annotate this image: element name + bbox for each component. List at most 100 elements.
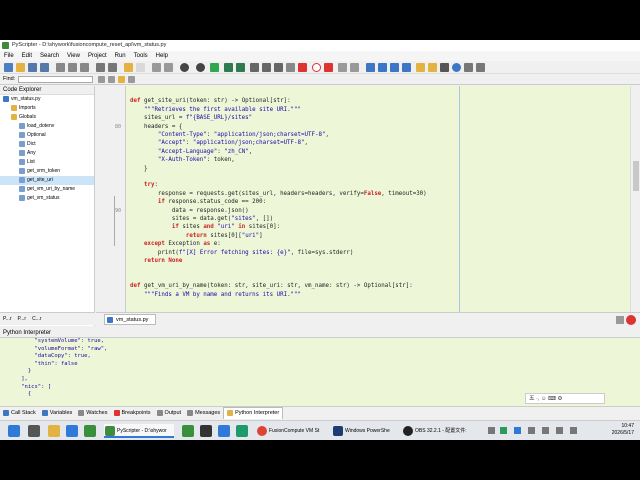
close-file-icon[interactable] — [626, 315, 636, 325]
replace-icon[interactable] — [136, 63, 145, 72]
search-icon[interactable] — [28, 425, 40, 437]
comment-icon[interactable] — [390, 63, 399, 72]
tray-volume-icon[interactable] — [570, 427, 577, 434]
find-icon[interactable] — [124, 63, 133, 72]
menu-tools[interactable]: Tools — [130, 51, 152, 61]
taskbar-obs[interactable]: OBS 32.2.1 - 配置文件: — [402, 424, 472, 438]
syntax-check-icon[interactable] — [152, 63, 161, 72]
file-tab-vm-status[interactable]: vm_status.py — [104, 314, 156, 325]
menu-search[interactable]: Search — [36, 51, 63, 61]
open-file-icon[interactable] — [16, 63, 25, 72]
menu-view[interactable]: View — [63, 51, 84, 61]
tab-call-stack[interactable]: Call Stack — [0, 408, 39, 419]
new-file-icon[interactable] — [4, 63, 13, 72]
app-icon[interactable] — [84, 425, 96, 437]
explorer-item[interactable]: Any — [0, 149, 94, 158]
terminal-icon[interactable] — [200, 425, 212, 437]
explorer-item[interactable]: get_site_uri — [0, 176, 94, 185]
taskbar-powershell[interactable]: Windows PowerShe — [332, 424, 398, 438]
tab-messages[interactable]: Messages — [184, 408, 223, 419]
tab-breakpoints[interactable]: Breakpoints — [111, 408, 154, 419]
split-view-icon[interactable] — [616, 316, 624, 324]
cut-icon[interactable] — [56, 63, 65, 72]
code-editor[interactable]: def get_site_uri(token: str) -> Optional… — [126, 86, 630, 312]
explorer-item[interactable]: Dict — [0, 140, 94, 149]
taskbar-pyscripter[interactable]: PyScripter - D:\shywor — [104, 424, 174, 438]
python-icon[interactable] — [452, 63, 461, 72]
toggle-tab-icon[interactable] — [416, 63, 425, 72]
step-over-icon[interactable] — [262, 63, 271, 72]
tray-input-icon[interactable] — [542, 427, 549, 434]
file-explorer-icon[interactable] — [48, 425, 60, 437]
tray-app-icon[interactable] — [500, 427, 507, 434]
menu-edit[interactable]: Edit — [18, 51, 36, 61]
tab-watches[interactable]: Watches — [75, 408, 110, 419]
tray-chevron-icon[interactable] — [488, 427, 495, 434]
explorer-item[interactable]: Globals — [0, 113, 94, 122]
dingtalk-icon[interactable] — [218, 425, 230, 437]
explorer-item[interactable]: vm_status.py — [0, 95, 94, 104]
find-input[interactable] — [18, 76, 93, 83]
step-out-icon[interactable] — [274, 63, 283, 72]
scrollbar-thumb[interactable] — [633, 161, 639, 191]
edge-browser-icon[interactable] — [66, 425, 78, 437]
explorer-item[interactable]: Optional — [0, 131, 94, 140]
app2-icon[interactable] — [236, 425, 248, 437]
indent-icon[interactable] — [366, 63, 375, 72]
engine-icon[interactable] — [464, 63, 473, 72]
tray-wifi-icon[interactable] — [556, 427, 563, 434]
undo-icon[interactable] — [96, 63, 105, 72]
save-icon[interactable] — [28, 63, 37, 72]
clear-breakpoints-icon[interactable] — [324, 63, 333, 72]
stopwatch-icon[interactable] — [180, 63, 189, 72]
layout-icon[interactable] — [476, 63, 485, 72]
pause-icon[interactable] — [286, 63, 295, 72]
run-to-cursor-icon[interactable] — [236, 63, 245, 72]
tab-file-explorer[interactable]: P...r — [15, 313, 30, 325]
menu-help[interactable]: Help — [152, 51, 172, 61]
explorer-item[interactable]: get_vm_uri_by_name — [0, 185, 94, 194]
copy-icon[interactable] — [68, 63, 77, 72]
tab-python-interpreter[interactable]: Python Interpreter — [223, 407, 284, 419]
tab-code-explorer[interactable]: C...r — [29, 313, 44, 325]
wechat-icon[interactable] — [182, 425, 194, 437]
explorer-item[interactable]: List — [0, 158, 94, 167]
find-options-icon[interactable] — [128, 76, 135, 83]
taskbar-fusioncompute[interactable]: FusionCompute VM St — [256, 424, 328, 438]
uncomment-icon[interactable] — [402, 63, 411, 72]
explorer-item[interactable]: load_dotenv — [0, 122, 94, 131]
menu-run[interactable]: Run — [111, 51, 130, 61]
tab-variables[interactable]: Variables — [39, 408, 76, 419]
windows-start-icon[interactable] — [8, 425, 20, 437]
debug-icon[interactable] — [224, 63, 233, 72]
paste-icon[interactable] — [80, 63, 89, 72]
menu-file[interactable]: File — [0, 51, 18, 61]
explorer-item[interactable]: get_vrm_token — [0, 167, 94, 176]
tray-network-icon[interactable] — [528, 427, 535, 434]
pilcrow-icon[interactable] — [440, 63, 449, 72]
find-next-icon[interactable] — [98, 76, 105, 83]
fold-marker[interactable] — [114, 196, 122, 246]
highlight-icon[interactable] — [118, 76, 125, 83]
redo-icon[interactable] — [108, 63, 117, 72]
clock[interactable]: 10:47 2026/5/17 — [612, 423, 634, 437]
import-check-icon[interactable] — [164, 63, 173, 72]
dedent-icon[interactable] — [378, 63, 387, 72]
editor-scrollbar[interactable] — [630, 86, 640, 312]
stop-icon[interactable] — [298, 63, 307, 72]
save-all-icon[interactable] — [40, 63, 49, 72]
tab-output[interactable]: Output — [154, 408, 185, 419]
explorer-item[interactable]: get_vm_status — [0, 194, 94, 203]
explorer-item[interactable]: Imports — [0, 104, 94, 113]
toggle-fold-icon[interactable] — [428, 63, 437, 72]
menu-project[interactable]: Project — [84, 51, 111, 61]
ime-toolbar[interactable]: 五 ·, ☺ ⌨ ⚙ — [525, 393, 605, 404]
tray-bluetooth-icon[interactable] — [514, 427, 521, 434]
tab-project-explorer[interactable]: P...r — [0, 313, 15, 325]
find-prev-icon[interactable] — [108, 76, 115, 83]
clock-icon[interactable] — [196, 63, 205, 72]
step-into-icon[interactable] — [250, 63, 259, 72]
back-arrow-icon[interactable] — [338, 63, 347, 72]
forward-arrow-icon[interactable] — [350, 63, 359, 72]
run-icon[interactable] — [210, 63, 219, 72]
